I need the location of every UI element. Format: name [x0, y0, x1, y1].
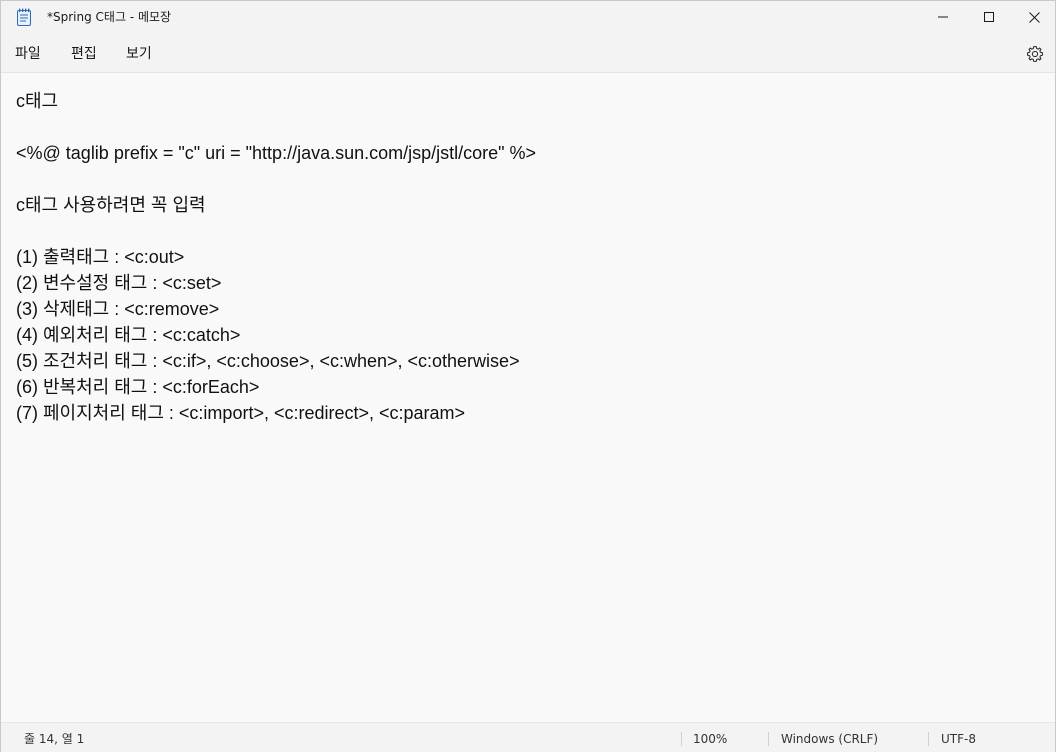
text-line: (3) 삭제태그 : <c:remove>	[16, 299, 220, 319]
text-line	[16, 114, 1055, 140]
text-line: (6) 반복처리 태그 : <c:forEach>	[16, 377, 260, 397]
title-bar[interactable]: *Spring C태그 - 메모장	[1, 1, 1055, 33]
gear-icon	[1026, 45, 1044, 63]
text-line: <%@ taglib prefix = "c" uri = "http://ja…	[16, 143, 537, 163]
text-editor[interactable]: c태그 <%@ taglib prefix = "c" uri = "http:/…	[1, 74, 1055, 722]
minimize-button[interactable]	[920, 1, 966, 33]
settings-button[interactable]	[1025, 44, 1045, 64]
text-line: (7) 페이지처리 태그 : <c:import>, <c:redirect>,…	[16, 403, 466, 423]
close-icon	[1028, 11, 1040, 23]
line-ending[interactable]: Windows (CRLF)	[781, 723, 878, 752]
close-button[interactable]	[1011, 1, 1056, 33]
text-line: c태그	[16, 91, 59, 111]
notepad-window: *Spring C태그 - 메모장 파일 편집 보기 c태그 <%@ tagli…	[0, 0, 1056, 752]
text-line	[16, 166, 1055, 192]
status-bar: 줄 14, 열 1 100% Windows (CRLF) UTF-8	[1, 722, 1055, 752]
maximize-button[interactable]	[966, 1, 1012, 33]
window-title: *Spring C태그 - 메모장	[47, 10, 172, 24]
minimize-icon	[938, 16, 948, 18]
maximize-icon	[984, 12, 994, 22]
text-line: (2) 변수설정 태그 : <c:set>	[16, 273, 222, 293]
status-separator	[768, 732, 769, 746]
menu-edit[interactable]: 편집	[69, 33, 99, 73]
text-line: c태그 사용하려면 꼭 입력	[16, 195, 206, 215]
menu-view[interactable]: 보기	[124, 33, 154, 73]
text-line	[16, 218, 1055, 244]
notepad-icon	[16, 8, 32, 26]
encoding[interactable]: UTF-8	[941, 723, 976, 752]
text-line: (4) 예외처리 태그 : <c:catch>	[16, 325, 241, 345]
text-line: (1) 출력태그 : <c:out>	[16, 247, 185, 267]
zoom-level[interactable]: 100%	[693, 723, 727, 752]
menu-file[interactable]: 파일	[13, 33, 43, 73]
status-separator	[928, 732, 929, 746]
status-separator	[681, 732, 682, 746]
text-line: (5) 조건처리 태그 : <c:if>, <c:choose>, <c:whe…	[16, 351, 520, 371]
menu-bar: 파일 편집 보기	[1, 33, 1055, 73]
cursor-position: 줄 14, 열 1	[24, 732, 85, 746]
